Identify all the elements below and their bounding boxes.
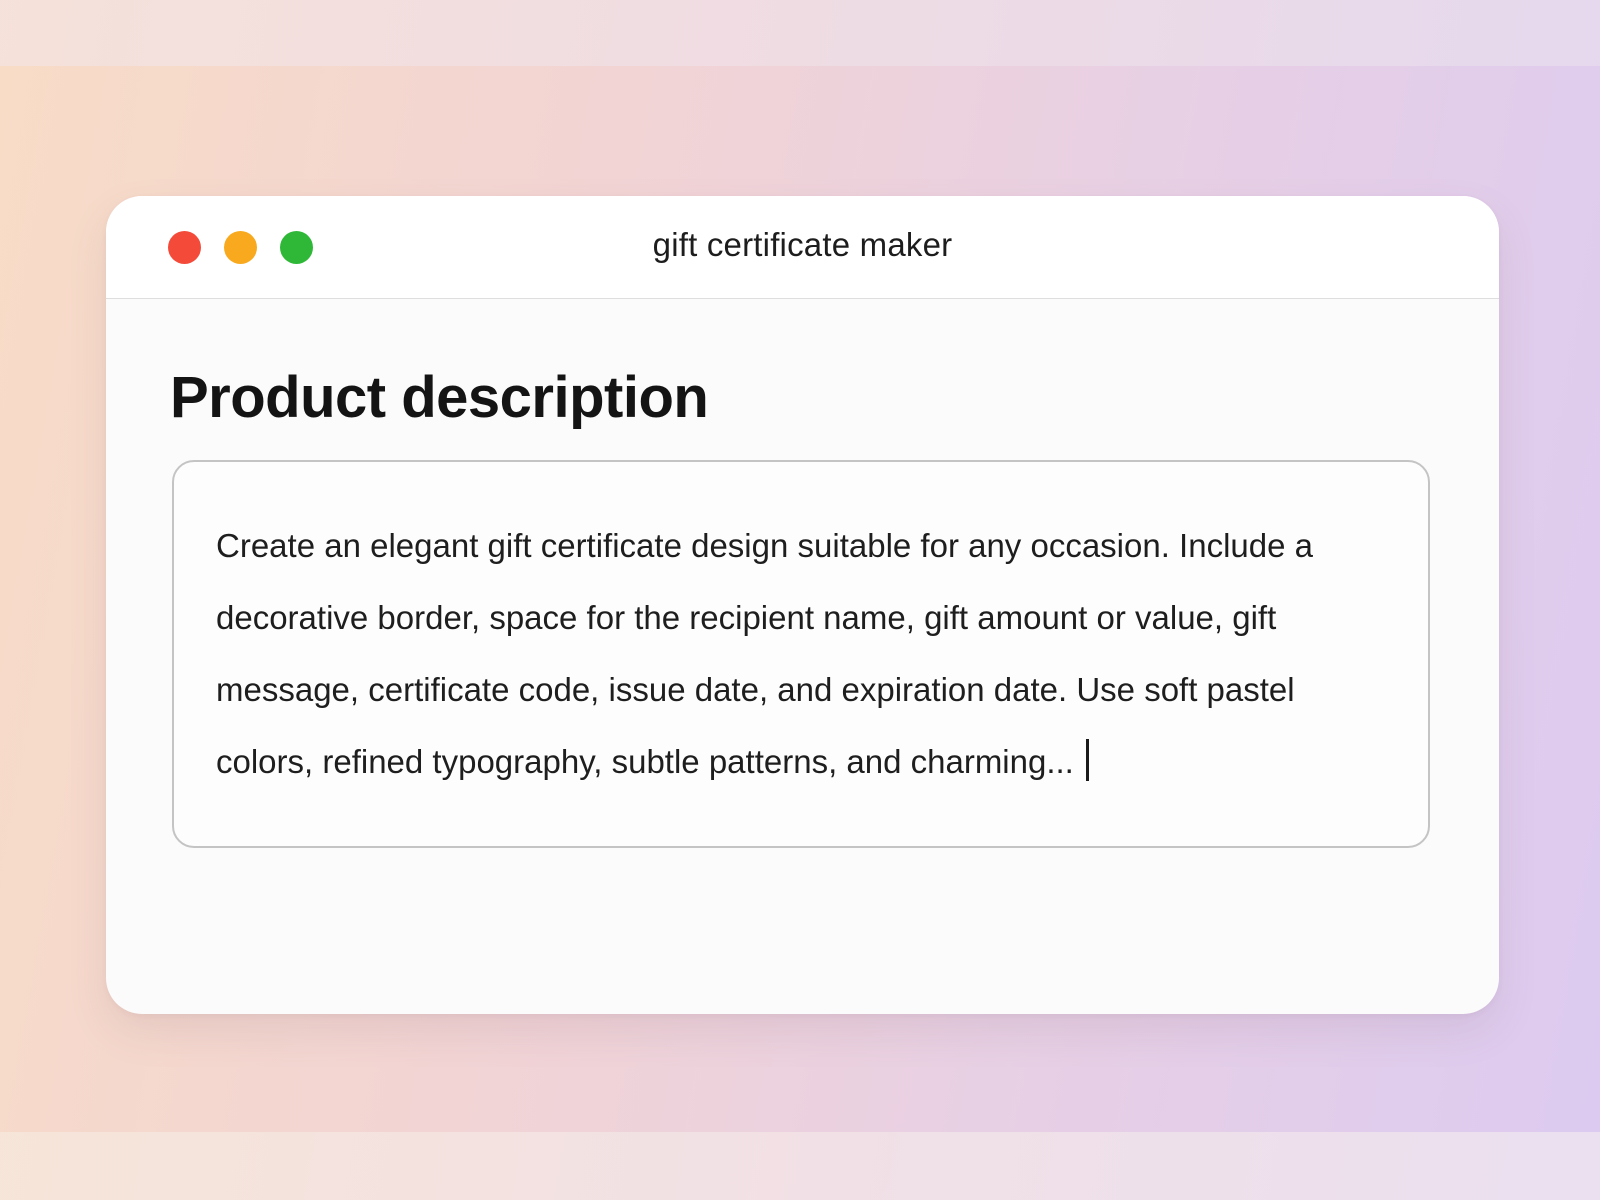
window-title: gift certificate maker — [652, 226, 953, 263]
title-bar: gift certificate maker — [106, 196, 1499, 299]
background-bottom-band — [0, 1132, 1600, 1200]
app-window: gift certificate maker Product descripti… — [106, 196, 1499, 1014]
background-top-band — [0, 0, 1600, 66]
product-description-value: Create an elegant gift certificate desig… — [216, 527, 1313, 780]
product-description-text: Create an elegant gift certificate desig… — [216, 510, 1381, 798]
text-cursor — [1085, 739, 1089, 781]
product-description-textarea[interactable]: Create an elegant gift certificate desig… — [172, 460, 1430, 848]
product-description-heading: Product description — [170, 365, 709, 430]
